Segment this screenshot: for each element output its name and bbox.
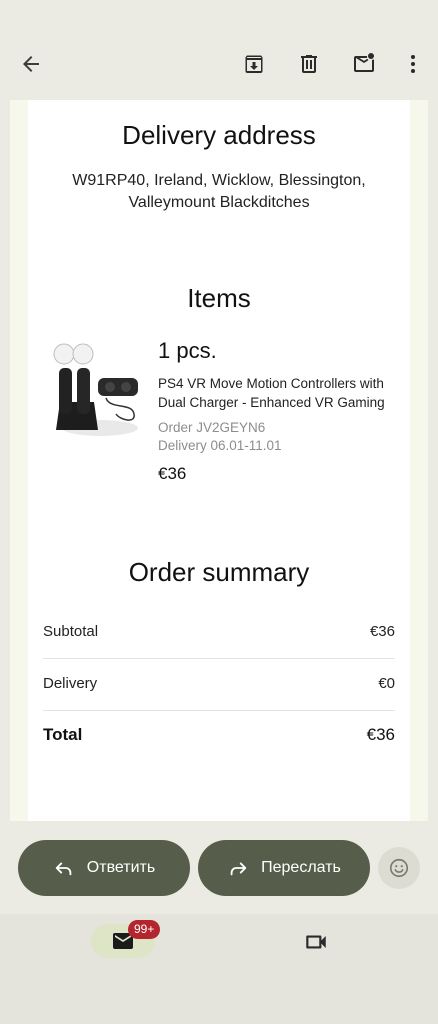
forward-icon — [230, 862, 247, 876]
top-app-bar — [0, 0, 438, 100]
archive-button[interactable] — [234, 44, 274, 84]
delivery-label: Delivery — [43, 674, 98, 692]
mark-unread-button[interactable] — [344, 44, 384, 84]
bottom-navigation: 99+ — [0, 914, 438, 1024]
product-image — [53, 343, 138, 436]
item-name-line-2: Dual Charger - Enhanced VR Gaming — [158, 395, 385, 410]
reply-icon — [55, 862, 72, 876]
trash-icon — [301, 55, 317, 73]
reply-button[interactable]: Ответить — [18, 840, 190, 896]
item-delivery-dates: Delivery 06.01-11.01 — [158, 438, 282, 453]
subtotal-label: Subtotal — [43, 622, 99, 640]
item-quantity: 1 pcs. — [158, 338, 217, 363]
delivery-row: Delivery €0 — [43, 657, 395, 709]
more-vert-icon — [411, 55, 415, 73]
subtotal-value: €36 — [369, 622, 395, 640]
delivery-address: W91RP40, Ireland, Wicklow, Blessington, … — [48, 170, 390, 214]
reply-label: Ответить — [86, 859, 156, 876]
delivery-value: €0 — [378, 674, 395, 692]
mail-unread-icon — [354, 53, 374, 72]
delete-button[interactable] — [289, 44, 329, 84]
subtotal-row: Subtotal €36 — [43, 605, 395, 657]
emoji-reaction-button[interactable] — [378, 847, 420, 889]
arrow-left-icon — [23, 56, 39, 72]
total-row: Total €36 — [43, 709, 395, 761]
item-order-number: Order JV2GEYN6 — [158, 420, 266, 435]
nav-meet-tab[interactable] — [296, 926, 336, 958]
address-line-1: W91RP40, Ireland, Wicklow, Blessington, — [72, 172, 366, 189]
total-value: €36 — [366, 725, 395, 744]
item-name-line-1: PS4 VR Move Motion Controllers with — [158, 376, 384, 391]
forward-label: Переслать — [261, 859, 341, 876]
back-button[interactable] — [11, 44, 51, 84]
address-line-2: Valleymount Blackditches — [128, 194, 310, 211]
order-summary-heading: Order summary — [128, 557, 310, 587]
items-heading: Items — [187, 283, 251, 313]
total-label: Total — [43, 725, 83, 744]
forward-button[interactable]: Переслать — [198, 840, 370, 896]
item-name[interactable]: PS4 VR Move Motion Controllers with Dual… — [158, 374, 398, 412]
more-options-button[interactable] — [393, 44, 433, 84]
emoji-smile-icon — [389, 858, 409, 878]
item-price: €36 — [158, 464, 187, 483]
delivery-heading: Delivery address — [122, 120, 316, 150]
videocam-icon — [306, 935, 326, 949]
archive-icon — [245, 55, 263, 73]
unread-count-badge: 99+ — [128, 920, 161, 939]
